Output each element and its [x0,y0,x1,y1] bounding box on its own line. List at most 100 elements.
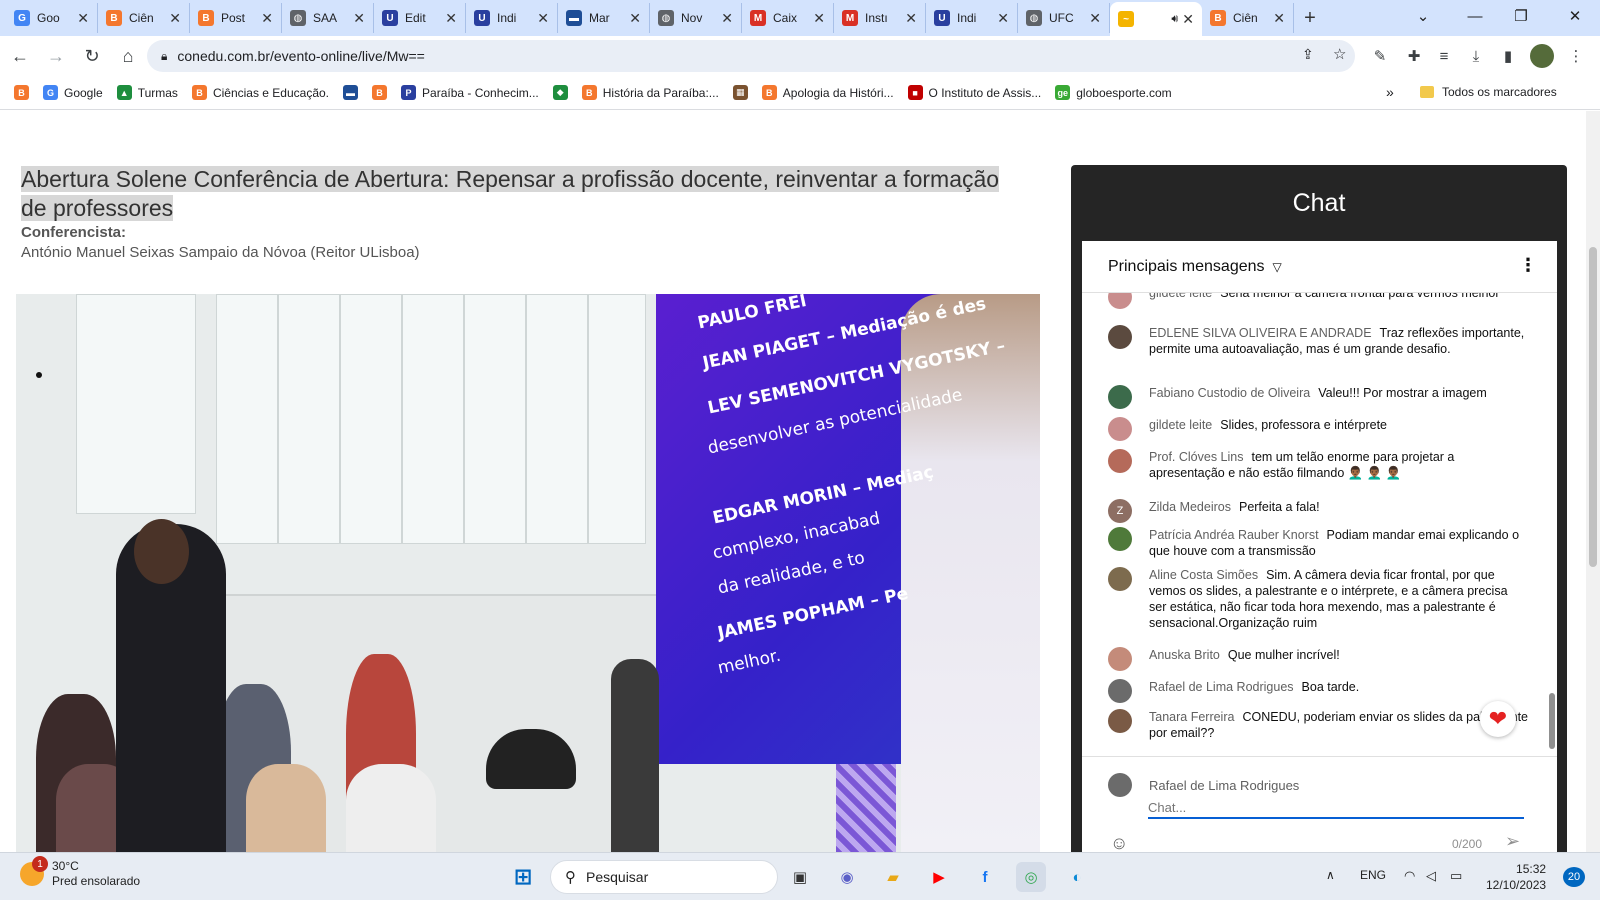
chat-input[interactable] [1148,797,1524,819]
avatar[interactable] [1108,647,1132,671]
chat-message[interactable]: Patrícia Andréa Rauber Knorst Podiam mand… [1108,527,1528,559]
new-tab-button[interactable]: + [1294,7,1326,30]
bookmark-item[interactable]: B Ciências e Educação. [191,85,329,100]
close-tab-icon[interactable]: ✕ [1089,10,1101,27]
home-button[interactable]: ⌂ [112,40,144,72]
avatar[interactable]: Z [1108,499,1132,523]
chat-message[interactable]: gildete leite Slides, professora e intérp… [1108,417,1528,441]
bookmark-item[interactable]: G Google [43,85,103,100]
close-tab-icon[interactable]: ✕ [1273,10,1285,27]
chat-author[interactable]: gildete leite [1149,293,1212,300]
avatar[interactable] [1108,293,1132,309]
close-tab-icon[interactable]: ✕ [261,10,273,27]
browser-tab[interactable]: B Ciên ✕ [1202,3,1294,33]
chat-message[interactable]: Tanara Ferreira CONEDU, poderiam enviar o… [1108,709,1528,741]
bookmark-item[interactable]: P Paraíba - Conhecim... [401,85,539,100]
browser-tab[interactable]: M Caix ✕ [742,3,834,33]
bookmark-item[interactable]: B [14,85,29,100]
clock[interactable]: 15:32 12/10/2023 [1486,861,1546,893]
chat-message-list[interactable]: gildete leite Seria melhor a câmera front… [1082,293,1557,751]
bookmark-item[interactable]: B [372,85,388,100]
avatar[interactable] [1108,567,1132,591]
weather-widget[interactable]: 1 30°C Pred ensolarado [20,856,140,889]
chat-author[interactable]: gildete leite [1149,418,1212,432]
teams-icon[interactable]: ◉ [832,862,862,892]
share-icon[interactable]: ⇪ [1302,46,1314,63]
browser-tab[interactable]: ◍ UFC ✕ [1018,3,1110,33]
avatar[interactable] [1108,449,1132,473]
taskbar-search[interactable]: ⚲ Pesquisar [550,860,778,894]
edge-icon[interactable]: ◐ [1062,862,1092,892]
close-tab-icon[interactable]: ✕ [721,10,733,27]
chat-author[interactable]: Tanara Ferreira [1149,710,1234,724]
chat-message[interactable]: EDLENE SILVA OLIVEIRA E ANDRADE Traz refl… [1108,325,1528,357]
chat-author[interactable]: Anuska Brito [1149,648,1220,662]
browser-tab[interactable]: U Indi ✕ [466,3,558,33]
chat-more-options-icon[interactable]: ⋮ [1519,255,1537,276]
close-tab-icon[interactable]: ✕ [1182,11,1194,28]
chat-message[interactable]: Anuska Brito Que mulher incrível! [1108,647,1528,671]
browser-tab[interactable]: ~ 🔊︎ ✕ [1110,2,1202,36]
chat-message[interactable]: Fabiano Custodio de Oliveira Valeu!!! Por… [1108,385,1528,409]
close-tab-icon[interactable]: ✕ [997,10,1009,27]
close-window-button[interactable]: ✕ [1552,0,1598,32]
avatar[interactable] [1108,325,1132,349]
browser-tab[interactable]: B Post ✕ [190,3,282,33]
media-control-icon[interactable]: ≡ [1432,44,1456,68]
avatar[interactable] [1108,709,1132,733]
close-tab-icon[interactable]: ✕ [629,10,641,27]
extensions-icon[interactable]: ✚ [1402,44,1426,68]
close-tab-icon[interactable]: ✕ [905,10,917,27]
close-tab-icon[interactable]: ✕ [77,10,89,27]
bookmark-item[interactable]: ▲ Turmas [116,85,178,100]
eyedropper-icon[interactable]: ✎ [1368,44,1392,68]
chat-author[interactable]: Fabiano Custodio de Oliveira [1149,386,1310,400]
download-icon[interactable]: ⤓ [1464,44,1488,68]
bookmark-item[interactable]: ge globoesporte.com [1055,85,1172,100]
bookmark-item[interactable]: ▦ [732,85,748,100]
site-info-icon[interactable]: 🔒︎ [161,49,167,64]
notification-badge[interactable]: 20 [1563,867,1585,887]
browser-tab[interactable]: M Instı ✕ [834,3,926,33]
tab-search-icon[interactable]: ⌄ [1400,0,1446,32]
chat-message[interactable]: Prof. Clóves Lins tem um telão enorme par… [1108,449,1528,481]
browser-tab[interactable]: B Ciên ✕ [98,3,190,33]
youtube-icon[interactable]: ▶ [924,862,954,892]
close-tab-icon[interactable]: ✕ [445,10,457,27]
audio-playing-icon[interactable]: 🔊︎ [1171,13,1178,26]
bookmark-item[interactable]: ◆ [552,85,568,100]
chat-message[interactable]: Aline Costa Simões Sim. A câmera devia fi… [1108,567,1528,631]
bookmark-item[interactable]: B História da Paraíba:... [581,85,719,100]
chrome-menu-icon[interactable]: ⋮ [1564,44,1588,68]
browser-tab[interactable]: ▬ Mar ✕ [558,3,650,33]
avatar[interactable] [1108,679,1132,703]
bookmark-item[interactable]: B Apologia da Históri... [761,85,894,100]
avatar[interactable] [1108,385,1132,409]
profile-avatar[interactable] [1530,44,1554,68]
browser-tab[interactable]: ◍ Nov ✕ [650,3,742,33]
language-indicator[interactable]: ENG [1360,868,1386,882]
volume-icon[interactable]: ◁ [1426,868,1436,884]
tray-chevron-icon[interactable]: ∧ [1326,868,1335,882]
forward-button[interactable]: → [40,40,72,72]
browser-tab[interactable]: U Edit ✕ [374,3,466,33]
back-button[interactable]: ← [4,40,36,72]
close-tab-icon[interactable]: ✕ [813,10,825,27]
bookmark-item[interactable]: ■ O Instituto de Assis... [907,85,1041,100]
bookmark-item[interactable]: ▬ [343,85,359,100]
chat-scrollbar[interactable] [1549,693,1555,749]
send-icon[interactable]: ➢ [1505,831,1520,852]
chat-message[interactable]: Z Zilda Medeiros Perfeita a fala! [1108,499,1528,523]
minimize-button[interactable]: — [1452,0,1498,32]
wifi-icon[interactable]: ◠ [1404,868,1415,884]
chat-message[interactable]: gildete leite Seria melhor a câmera front… [1108,293,1528,309]
windows-start-icon[interactable]: ⊞ [508,862,538,892]
live-video-player[interactable]: PAULO FREI JEAN PIAGET – Mediação é des LE… [16,294,1040,852]
avatar[interactable] [1108,527,1132,551]
chrome-icon[interactable]: ◎ [1016,862,1046,892]
all-bookmarks-folder[interactable]: Todos os marcadores [1420,85,1557,99]
close-tab-icon[interactable]: ✕ [353,10,365,27]
battery-icon[interactable]: ▭ [1450,868,1462,884]
chevron-down-icon[interactable]: ▽ [1273,260,1282,274]
chat-author[interactable]: Zilda Medeiros [1149,500,1231,514]
